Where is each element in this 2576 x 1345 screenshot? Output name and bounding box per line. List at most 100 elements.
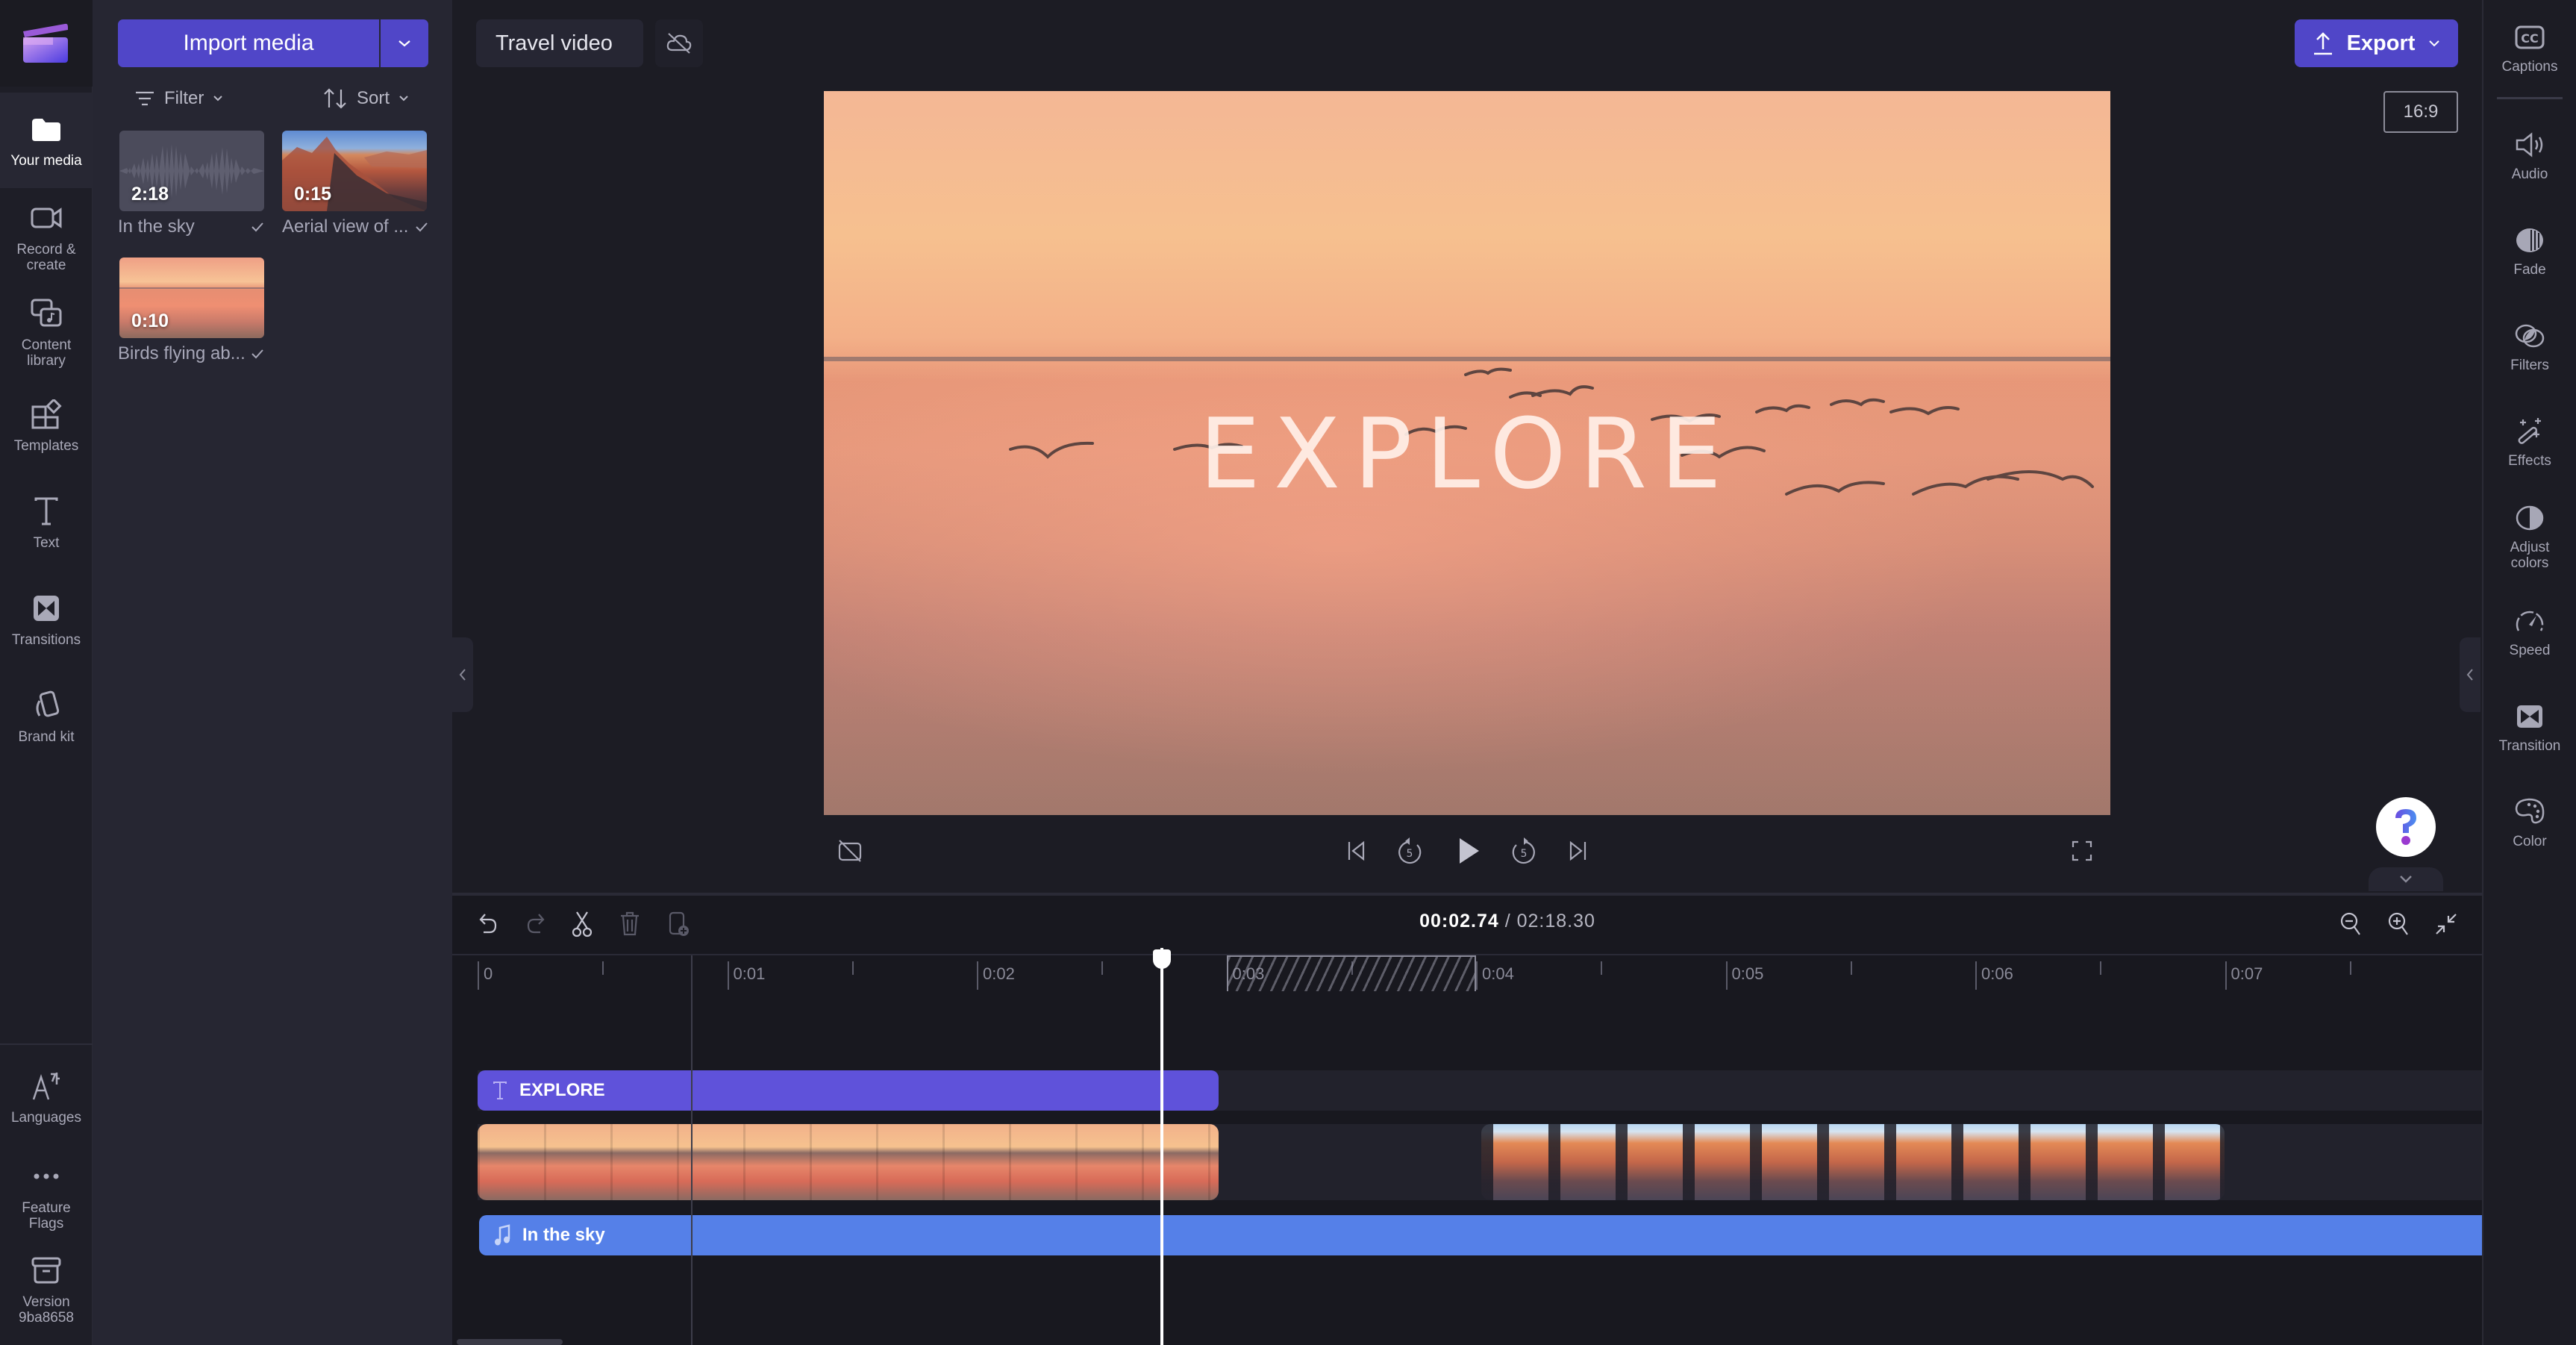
forward-5-button[interactable]: 5 xyxy=(1507,834,1540,867)
properties-rail xyxy=(2482,0,2576,1345)
rail-item-fade[interactable]: Fade xyxy=(2483,222,2576,278)
undo-icon xyxy=(479,914,497,934)
aspect-ratio-button[interactable]: 16:9 xyxy=(2383,91,2458,133)
collapse-media-panel-button[interactable] xyxy=(452,637,473,712)
playhead-handle[interactable] xyxy=(1152,949,1171,969)
nav-item-text[interactable]: Text xyxy=(0,485,93,560)
media-card-aerial-view[interactable]: 0:15 xyxy=(282,131,427,211)
collapse-arrows-icon xyxy=(2436,914,2457,934)
add-to-timeline-button[interactable] xyxy=(663,908,695,940)
delete-button[interactable] xyxy=(613,908,646,940)
collapse-help-button[interactable] xyxy=(2369,867,2443,891)
export-button[interactable]: Export xyxy=(2295,19,2458,67)
nav-item-brand-kit[interactable]: Brand kit xyxy=(0,679,93,754)
nav-item-templates[interactable]: Templates xyxy=(0,388,93,463)
split-button[interactable] xyxy=(566,908,598,940)
redo-icon xyxy=(527,914,545,934)
chevron-down-icon xyxy=(2429,40,2440,47)
rail-item-color[interactable]: Color xyxy=(2483,794,2576,850)
rail-label: Audio xyxy=(2511,166,2548,182)
ruler-major-tick xyxy=(727,961,729,990)
svg-text:CC: CC xyxy=(2521,31,2538,46)
nav-item-version[interactable]: Version 9ba8658 xyxy=(0,1248,93,1330)
collapse-properties-panel-button[interactable] xyxy=(2460,637,2480,712)
video-preview[interactable]: EXPLORE xyxy=(824,91,2110,815)
captions-icon: CC xyxy=(2512,19,2548,55)
nav-item-your-media[interactable]: Your media xyxy=(0,93,93,188)
video-clip-birds[interactable] xyxy=(478,1124,1219,1200)
media-card-caption: In the sky xyxy=(118,216,264,237)
play-button[interactable] xyxy=(1452,834,1485,867)
rail-label: Effects xyxy=(2508,453,2551,469)
media-duration: 0:15 xyxy=(294,184,332,205)
nav-label: Content library xyxy=(21,337,72,369)
rail-item-effects[interactable]: Effects xyxy=(2483,414,2576,469)
palette-icon xyxy=(2512,794,2548,830)
redo-button[interactable] xyxy=(519,908,552,940)
undo-button[interactable] xyxy=(472,908,504,940)
timeline-horizontal-scrollbar[interactable] xyxy=(457,1339,563,1345)
rail-item-captions[interactable]: CC Captions xyxy=(2483,19,2576,75)
playhead[interactable] xyxy=(1160,948,1163,1345)
video-clip-aerial[interactable] xyxy=(1481,1124,2225,1200)
import-options-dropdown[interactable] xyxy=(381,19,428,67)
nav-label: Version 9ba8658 xyxy=(19,1293,74,1326)
skip-to-start-button[interactable] xyxy=(1340,834,1373,867)
chevron-down-icon xyxy=(213,96,223,102)
ruler-tick-label: 0:02 xyxy=(983,964,1015,983)
import-media-button[interactable]: Import media xyxy=(118,19,379,67)
audio-clip[interactable]: In the sky xyxy=(479,1215,2482,1255)
rail-label: Speed xyxy=(2509,643,2551,658)
chevron-down-icon xyxy=(2400,876,2412,883)
nav-item-languages[interactable]: Languages xyxy=(0,1060,93,1135)
nav-item-transitions[interactable]: Transitions xyxy=(0,582,93,657)
skip-to-end-button[interactable] xyxy=(1561,834,1594,867)
nav-label: Transitions xyxy=(11,632,81,649)
project-title-input[interactable]: Travel video xyxy=(476,19,643,67)
scissors-icon xyxy=(572,911,593,937)
ruler-major-tick xyxy=(1975,961,1977,990)
help-button[interactable] xyxy=(2376,797,2436,857)
play-icon xyxy=(1460,838,1479,864)
timeline-gap[interactable] xyxy=(1226,955,1476,991)
speedometer-icon xyxy=(2512,603,2548,639)
fullscreen-button[interactable] xyxy=(2066,834,2098,867)
rail-item-speed[interactable]: Speed xyxy=(2483,603,2576,659)
zoom-out-button[interactable] xyxy=(2334,908,2367,940)
ruler-tick-label: 0:01 xyxy=(733,964,766,983)
fit-timeline-button[interactable] xyxy=(2430,908,2463,940)
ruler-minor-tick xyxy=(1850,961,1852,975)
overlay-title-text[interactable]: EXPLORE xyxy=(824,397,2110,511)
rail-item-audio[interactable]: Audio xyxy=(2483,127,2576,183)
ruler-tick-label: 0:07 xyxy=(2230,964,2263,983)
video-camera-icon xyxy=(28,200,64,236)
rail-item-filters[interactable]: Filters xyxy=(2483,318,2576,374)
filter-button[interactable]: Filter xyxy=(134,84,223,113)
zoom-in-button[interactable] xyxy=(2382,908,2415,940)
rewind-5-button[interactable]: 5 xyxy=(1393,834,1426,867)
horizon-line xyxy=(119,287,264,289)
media-card-birds-flying[interactable]: 0:10 xyxy=(119,258,264,338)
nav-label: Templates xyxy=(13,438,79,455)
text-clip[interactable]: EXPLORE xyxy=(478,1070,1219,1111)
nav-item-feature-flags[interactable]: Feature Flags xyxy=(0,1154,93,1236)
sort-button[interactable]: Sort xyxy=(322,84,409,113)
nav-item-content-library[interactable]: Content library xyxy=(0,291,93,373)
brand-kit-icon xyxy=(28,687,64,723)
captions-toggle-button[interactable] xyxy=(834,834,866,867)
media-duration: 0:10 xyxy=(131,310,169,331)
folder-icon xyxy=(28,111,64,147)
media-card-in-the-sky[interactable]: 2:18 xyxy=(119,131,264,211)
filter-label: Filter xyxy=(164,88,204,108)
ruler-tick-label: 0 xyxy=(484,964,493,983)
cloud-sync-button[interactable] xyxy=(655,19,703,67)
nav-label: Brand kit xyxy=(18,729,75,746)
app-logo[interactable] xyxy=(0,0,93,87)
rail-item-adjust-colors[interactable]: Adjust colors xyxy=(2483,500,2576,572)
rail-label: Adjust colors xyxy=(2510,540,2550,571)
hover-marker xyxy=(691,955,693,1345)
media-name: Birds flying ab... xyxy=(118,343,246,363)
nav-item-record-create[interactable]: Record & create xyxy=(0,196,93,278)
music-note-icon xyxy=(495,1224,510,1246)
rail-item-transition[interactable]: Transition xyxy=(2483,699,2576,755)
